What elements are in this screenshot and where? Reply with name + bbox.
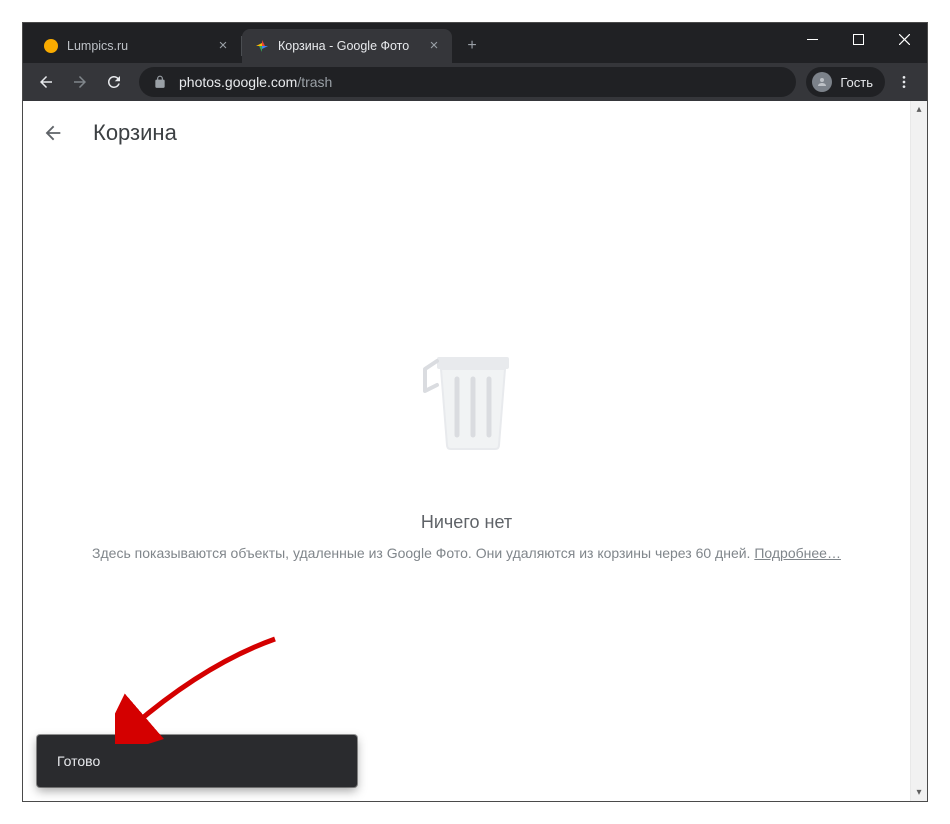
reload-button[interactable] — [99, 67, 129, 97]
empty-title: Ничего нет — [421, 512, 512, 533]
learn-more-link[interactable]: Подробнее… — [754, 545, 841, 561]
browser-window: Lumpics.ru × Корзина - Google Фото × + — [22, 22, 928, 802]
page-title: Корзина — [93, 120, 177, 146]
close-window-button[interactable] — [881, 23, 927, 55]
toast-message: Готово — [57, 753, 100, 769]
tab-title: Корзина - Google Фото — [278, 39, 420, 53]
url-path: /trash — [297, 74, 332, 90]
profile-label: Гость — [840, 75, 873, 90]
omnibox[interactable]: photos.google.com/trash — [139, 67, 796, 97]
tab-google-photos-trash[interactable]: Корзина - Google Фото × — [242, 29, 452, 63]
empty-subtitle-text: Здесь показываются объекты, удаленные из… — [92, 545, 754, 561]
scroll-down-icon[interactable]: ▾ — [911, 784, 927, 801]
tab-strip: Lumpics.ru × Корзина - Google Фото × + — [23, 23, 486, 63]
minimize-button[interactable] — [789, 23, 835, 55]
new-tab-button[interactable]: + — [458, 32, 486, 60]
profile-chip[interactable]: Гость — [806, 67, 885, 97]
avatar-icon — [812, 72, 832, 92]
tab-lumpics[interactable]: Lumpics.ru × — [31, 29, 241, 63]
toast-snackbar: Готово — [37, 735, 357, 787]
tab-title: Lumpics.ru — [67, 39, 209, 53]
url-host: photos.google.com — [179, 74, 297, 90]
favicon-google-photos — [254, 38, 270, 54]
page-back-button[interactable] — [41, 121, 65, 145]
nav-back-button[interactable] — [31, 67, 61, 97]
close-icon[interactable]: × — [215, 38, 231, 54]
maximize-button[interactable] — [835, 23, 881, 55]
vertical-scrollbar[interactable]: ▴ ▾ — [910, 101, 927, 801]
nav-forward-button[interactable] — [65, 67, 95, 97]
trash-can-icon — [397, 327, 537, 472]
close-icon[interactable]: × — [426, 38, 442, 54]
window-controls — [789, 23, 927, 63]
page-content: Корзина ▴ ▾ Ничего нет Здесь показываютс… — [23, 101, 927, 801]
browser-menu-button[interactable] — [889, 67, 919, 97]
empty-subtitle: Здесь показываются объекты, удаленные из… — [92, 545, 841, 561]
address-bar: photos.google.com/trash Гость — [23, 63, 927, 101]
favicon-lumpics — [43, 38, 59, 54]
lock-icon — [153, 75, 167, 89]
empty-state: Ничего нет Здесь показываются объекты, у… — [23, 156, 910, 801]
scroll-up-icon[interactable]: ▴ — [911, 101, 927, 118]
titlebar: Lumpics.ru × Корзина - Google Фото × + — [23, 23, 927, 63]
